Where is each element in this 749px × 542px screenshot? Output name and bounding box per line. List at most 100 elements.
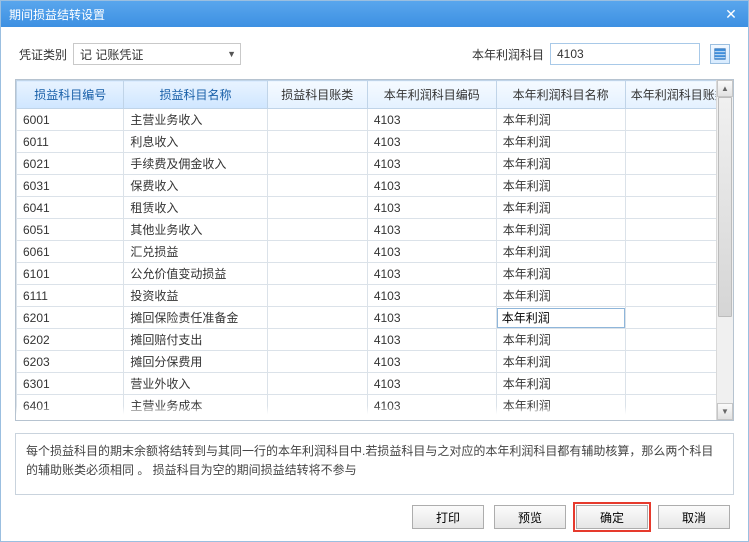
table-row[interactable]: 6031保费收入 4103本年利润 [17,175,733,197]
table-cell[interactable] [267,241,367,263]
lookup-button[interactable] [710,44,730,64]
table-cell[interactable]: 6061 [17,241,124,263]
table-cell[interactable]: 本年利润 [496,109,625,131]
preview-button[interactable]: 预览 [494,505,566,529]
table-cell[interactable]: 本年利润 [496,285,625,307]
table-cell[interactable] [496,307,625,329]
table-row[interactable]: 6021手续费及佣金收入 4103本年利润 [17,153,733,175]
table-cell[interactable]: 6031 [17,175,124,197]
table-cell[interactable]: 营业外收入 [124,373,267,395]
table-row[interactable]: 6202摊回赔付支出 4103本年利润 [17,329,733,351]
table-cell[interactable]: 本年利润 [496,153,625,175]
table-cell[interactable]: 6202 [17,329,124,351]
scroll-track[interactable] [717,97,733,403]
table-cell[interactable]: 利息收入 [124,131,267,153]
table-row[interactable]: 6111投资收益 4103本年利润 [17,285,733,307]
table-cell[interactable]: 4103 [367,109,496,131]
table-cell[interactable]: 4103 [367,307,496,329]
table-cell[interactable]: 本年利润 [496,395,625,417]
table-cell[interactable] [267,175,367,197]
table-cell[interactable]: 本年利润 [496,351,625,373]
table-cell[interactable]: 6203 [17,351,124,373]
table-cell[interactable]: 4103 [367,131,496,153]
table-cell[interactable]: 主营业务成本 [124,395,267,417]
table-cell[interactable]: 6011 [17,131,124,153]
table-cell[interactable]: 4103 [367,153,496,175]
table-cell[interactable]: 4103 [367,395,496,417]
table-cell[interactable] [267,373,367,395]
table-cell[interactable] [267,329,367,351]
column-header[interactable]: 损益科目名称 [124,81,267,109]
cancel-button[interactable]: 取消 [658,505,730,529]
table-row[interactable]: 6201摊回保险责任准备金 4103 [17,307,733,329]
table-cell[interactable]: 4103 [367,329,496,351]
table-cell[interactable]: 本年利润 [496,219,625,241]
table-cell[interactable]: 6101 [17,263,124,285]
table-row[interactable]: 6011利息收入 4103本年利润 [17,131,733,153]
table-cell[interactable]: 4103 [367,373,496,395]
table-cell[interactable]: 6401 [17,395,124,417]
table-cell[interactable]: 保费收入 [124,175,267,197]
scroll-down-icon[interactable]: ▼ [717,403,733,420]
table-cell[interactable]: 6111 [17,285,124,307]
table-cell[interactable]: 6021 [17,153,124,175]
scroll-up-icon[interactable]: ▲ [717,80,733,97]
table-cell[interactable]: 本年利润 [496,131,625,153]
print-button[interactable]: 打印 [412,505,484,529]
table-cell[interactable]: 本年利润 [496,197,625,219]
table-row[interactable]: 6101公允价值变动损益 4103本年利润 [17,263,733,285]
table-cell[interactable] [267,285,367,307]
table-cell[interactable]: 4103 [367,351,496,373]
table-cell[interactable]: 4103 [367,263,496,285]
table-cell[interactable] [267,307,367,329]
table-cell[interactable]: 4103 [367,219,496,241]
vertical-scrollbar[interactable]: ▲ ▼ [716,80,733,420]
table-cell[interactable]: 4103 [367,197,496,219]
table-cell[interactable] [267,351,367,373]
table-cell[interactable]: 4103 [367,285,496,307]
column-header[interactable]: 损益科目编号 [17,81,124,109]
table-cell[interactable]: 手续费及佣金收入 [124,153,267,175]
table-cell[interactable]: 本年利润 [496,175,625,197]
table-cell[interactable] [267,131,367,153]
table-cell[interactable]: 4103 [367,175,496,197]
table-cell[interactable] [267,109,367,131]
table-cell[interactable]: 本年利润 [496,241,625,263]
cell-editor[interactable] [497,308,625,328]
table-row[interactable]: 6051其他业务收入 4103本年利润 [17,219,733,241]
table-row[interactable]: 6301营业外收入4103本年利润 [17,373,733,395]
table-cell[interactable]: 摊回赔付支出 [124,329,267,351]
table-cell[interactable]: 汇兑损益 [124,241,267,263]
data-grid[interactable]: 损益科目编号损益科目名称损益科目账类本年利润科目编码本年利润科目名称本年利润科目… [15,79,734,421]
profit-account-input[interactable]: 4103 [550,43,700,65]
table-cell[interactable]: 6201 [17,307,124,329]
column-header[interactable]: 本年利润科目编码 [367,81,496,109]
column-header[interactable]: 本年利润科目名称 [496,81,625,109]
table-cell[interactable]: 摊回分保费用 [124,351,267,373]
table-row[interactable]: 6061汇兑损益 4103本年利润 [17,241,733,263]
table-cell[interactable]: 4103 [367,241,496,263]
table-cell[interactable]: 本年利润 [496,263,625,285]
table-cell[interactable]: 主营业务收入 [124,109,267,131]
ok-button[interactable]: 确定 [576,505,648,529]
table-row[interactable]: 6001主营业务收入 4103本年利润 [17,109,733,131]
table-cell[interactable]: 6051 [17,219,124,241]
table-cell[interactable]: 租赁收入 [124,197,267,219]
scroll-thumb[interactable] [718,97,732,317]
table-row[interactable]: 6203摊回分保费用 4103本年利润 [17,351,733,373]
table-cell[interactable]: 6001 [17,109,124,131]
table-cell[interactable]: 投资收益 [124,285,267,307]
table-cell[interactable] [267,219,367,241]
table-cell[interactable] [267,153,367,175]
table-cell[interactable]: 其他业务收入 [124,219,267,241]
table-cell[interactable]: 摊回保险责任准备金 [124,307,267,329]
table-cell[interactable]: 6041 [17,197,124,219]
table-cell[interactable]: 公允价值变动损益 [124,263,267,285]
table-cell[interactable] [267,395,367,417]
table-row[interactable]: 6041租赁收入 4103本年利润 [17,197,733,219]
column-header[interactable]: 损益科目账类 [267,81,367,109]
table-cell[interactable]: 本年利润 [496,329,625,351]
table-cell[interactable] [267,197,367,219]
voucher-type-combo[interactable]: 记 记账凭证 ▼ [73,43,241,65]
table-cell[interactable] [267,263,367,285]
